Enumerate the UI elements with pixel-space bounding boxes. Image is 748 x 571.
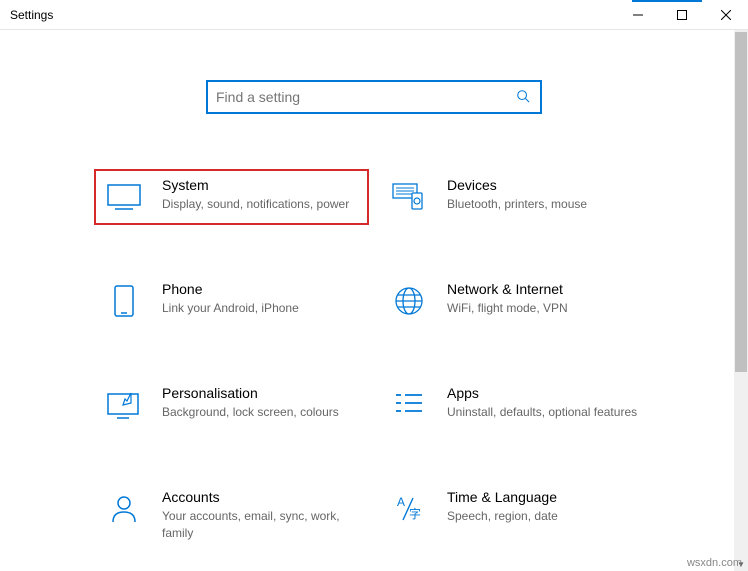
- system-icon: [104, 177, 144, 217]
- accent-indicator: [632, 0, 702, 2]
- category-apps[interactable]: Apps Uninstall, defaults, optional featu…: [379, 377, 654, 433]
- minimize-button[interactable]: [616, 1, 660, 29]
- category-text: Time & Language Speech, region, date: [447, 489, 644, 525]
- category-text: System Display, sound, notifications, po…: [162, 177, 359, 213]
- category-personalisation[interactable]: Personalisation Background, lock screen,…: [94, 377, 369, 433]
- category-subtitle: Speech, region, date: [447, 508, 644, 525]
- category-title: Personalisation: [162, 385, 359, 401]
- watermark: wsxdn.com: [687, 557, 742, 569]
- category-title: Accounts: [162, 489, 359, 505]
- categories-grid: System Display, sound, notifications, po…: [94, 169, 654, 550]
- devices-icon: [389, 177, 429, 217]
- time-language-icon: A字: [389, 489, 429, 529]
- category-text: Personalisation Background, lock screen,…: [162, 385, 359, 421]
- maximize-button[interactable]: [660, 1, 704, 29]
- category-subtitle: Link your Android, iPhone: [162, 300, 359, 317]
- window-title: Settings: [10, 8, 616, 22]
- category-subtitle: Uninstall, defaults, optional features: [447, 404, 644, 421]
- category-time-language[interactable]: A字 Time & Language Speech, region, date: [379, 481, 654, 550]
- search-box[interactable]: [206, 80, 542, 114]
- category-devices[interactable]: Devices Bluetooth, printers, mouse: [379, 169, 654, 225]
- category-title: Devices: [447, 177, 644, 193]
- category-title: Time & Language: [447, 489, 644, 505]
- close-button[interactable]: [704, 1, 748, 29]
- category-title: Network & Internet: [447, 281, 644, 297]
- search-input[interactable]: [216, 89, 516, 105]
- category-title: System: [162, 177, 359, 193]
- svg-text:A: A: [397, 495, 405, 509]
- globe-icon: [389, 281, 429, 321]
- category-subtitle: Display, sound, notifications, power: [162, 196, 359, 213]
- personalisation-icon: [104, 385, 144, 425]
- category-accounts[interactable]: Accounts Your accounts, email, sync, wor…: [94, 481, 369, 550]
- category-subtitle: WiFi, flight mode, VPN: [447, 300, 644, 317]
- category-text: Phone Link your Android, iPhone: [162, 281, 359, 317]
- category-phone[interactable]: Phone Link your Android, iPhone: [94, 273, 369, 329]
- search-wrap: [0, 80, 748, 114]
- category-title: Phone: [162, 281, 359, 297]
- window-controls: [616, 1, 748, 29]
- titlebar: Settings: [0, 0, 748, 30]
- category-title: Apps: [447, 385, 644, 401]
- accounts-icon: [104, 489, 144, 529]
- apps-icon: [389, 385, 429, 425]
- category-text: Devices Bluetooth, printers, mouse: [447, 177, 644, 213]
- category-text: Network & Internet WiFi, flight mode, VP…: [447, 281, 644, 317]
- svg-text:字: 字: [409, 506, 421, 521]
- category-subtitle: Background, lock screen, colours: [162, 404, 359, 421]
- content-area: System Display, sound, notifications, po…: [0, 30, 748, 571]
- search-icon: [516, 89, 530, 106]
- category-network[interactable]: Network & Internet WiFi, flight mode, VP…: [379, 273, 654, 329]
- category-system[interactable]: System Display, sound, notifications, po…: [94, 169, 369, 225]
- category-subtitle: Your accounts, email, sync, work, family: [162, 508, 359, 542]
- scrollbar-thumb[interactable]: [735, 32, 747, 372]
- category-subtitle: Bluetooth, printers, mouse: [447, 196, 644, 213]
- phone-icon: [104, 281, 144, 321]
- category-text: Accounts Your accounts, email, sync, wor…: [162, 489, 359, 542]
- category-text: Apps Uninstall, defaults, optional featu…: [447, 385, 644, 421]
